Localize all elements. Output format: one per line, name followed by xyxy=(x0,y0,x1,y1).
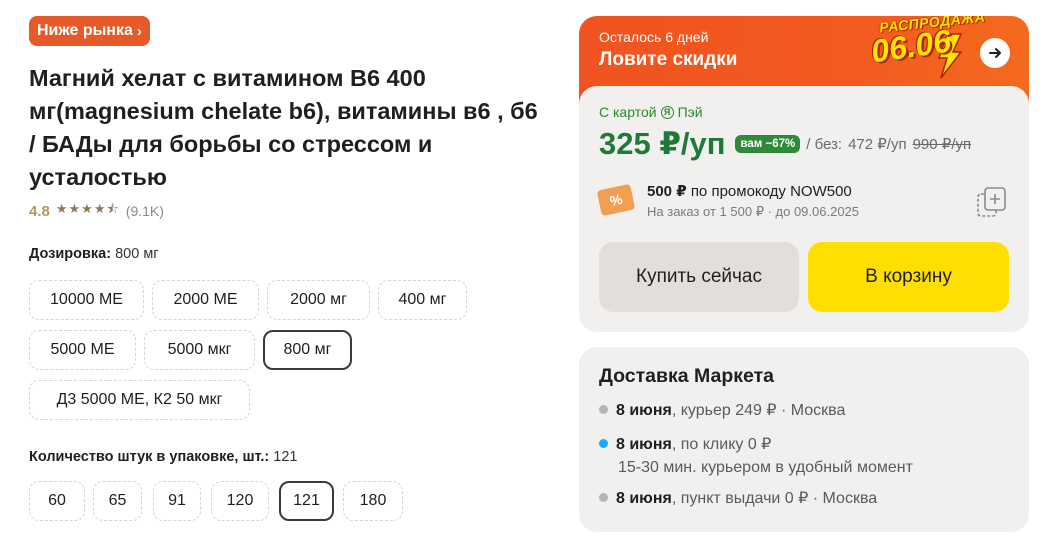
chevron-right-icon: › xyxy=(136,22,142,40)
dosage-option[interactable]: 2000 мг xyxy=(267,280,370,320)
card-price-label: С картой Я Пэй xyxy=(599,104,703,120)
old-price: 990 ₽/уп xyxy=(912,136,972,153)
rating-row[interactable]: 4.8 ★★★★⯪ (9.1K) xyxy=(29,200,164,222)
quantity-option-selected[interactable]: 121 xyxy=(279,481,334,521)
dosage-option[interactable]: 400 мг xyxy=(378,280,467,320)
status-dot-icon xyxy=(599,493,608,502)
copy-icon[interactable] xyxy=(977,186,1007,218)
dosage-label-row: Дозировка: 800 мг xyxy=(29,246,159,262)
discount-badge: вам −67% xyxy=(735,135,801,153)
promocode-title: 500 ₽ по промокоду NOW500 xyxy=(647,182,852,200)
sale-days-left: Осталось 6 дней xyxy=(599,29,709,45)
rating-stars-icon: ★★★★⯪ xyxy=(55,201,120,216)
card-label: С картой xyxy=(599,104,657,120)
card-brand: Пэй xyxy=(677,104,703,120)
delivery-option-courier[interactable]: 8 июня, курьер 249 ₽ · Москва xyxy=(599,400,845,420)
delivery-subtext: 15-30 мин. курьером в удобный момент xyxy=(618,459,913,476)
below-market-badge[interactable]: Ниже рынка › xyxy=(29,16,150,46)
quantity-option[interactable]: 91 xyxy=(153,481,201,521)
arrow-right-icon xyxy=(989,48,1001,58)
status-dot-icon xyxy=(599,439,608,448)
product-title: Магний хелат с витамином B6 400 мг(magne… xyxy=(29,65,538,190)
rating-score: 4.8 xyxy=(29,202,50,220)
promocode-text: по промокоду NOW500 xyxy=(690,183,852,200)
promocode-row: % 500 ₽ по промокоду NOW500 На заказ от … xyxy=(596,182,1009,222)
sale-arrow-button[interactable] xyxy=(980,38,1010,68)
dosage-label: Дозировка: xyxy=(29,246,112,262)
promocode-amount: 500 ₽ xyxy=(647,183,687,200)
delivery-date: 8 июня xyxy=(616,490,672,507)
delivery-title: Доставка Маркета xyxy=(599,365,775,387)
delivery-option-on-click[interactable]: 8 июня, по клику 0 ₽ xyxy=(599,434,771,454)
dosage-option[interactable]: 2000 МЕ xyxy=(152,280,259,320)
quantity-label: Количество штук в упаковке, шт.: xyxy=(29,449,270,465)
below-market-label: Ниже рынка xyxy=(37,22,133,39)
promocode-conditions: На заказ от 1 500 ₽ · до 09.06.2025 xyxy=(647,204,860,219)
quantity-label-row: Количество штук в упаковке, шт.: 121 xyxy=(29,449,297,465)
delivery-details: , по клику 0 ₽ xyxy=(671,436,772,453)
percent-ticket-icon: % xyxy=(596,183,636,217)
price-row: 325 ₽/уп вам −67% / без: 472 ₽/уп 990 ₽/… xyxy=(599,126,971,162)
delivery-date: 8 июня xyxy=(616,436,672,453)
dosage-option[interactable]: 5000 МЕ xyxy=(29,330,136,370)
dosage-option-selected[interactable]: 800 мг xyxy=(263,330,352,370)
quantity-option[interactable]: 65 xyxy=(93,481,142,521)
price-card: Осталось 6 дней Ловите скидки РАСПРОДАЖА… xyxy=(579,16,1029,332)
quantity-option[interactable]: 120 xyxy=(211,481,269,521)
delivery-details: , курьер 249 ₽ · Москва xyxy=(671,402,846,419)
buy-now-button[interactable]: Купить сейчас xyxy=(599,242,799,312)
price-without-card: 472 ₽/уп xyxy=(848,136,907,153)
dosage-value: 800 мг xyxy=(115,246,159,262)
reviews-count: (9.1K) xyxy=(125,203,164,219)
price-without-card-prefix: / без: xyxy=(806,135,843,153)
add-to-cart-button[interactable]: В корзину xyxy=(808,242,1009,312)
delivery-card: Доставка Маркета 8 июня, курьер 249 ₽ · … xyxy=(579,347,1029,532)
dosage-option[interactable]: 10000 МЕ xyxy=(29,280,144,320)
quantity-value: 121 xyxy=(273,449,298,465)
sale-catch-phrase: Ловите скидки xyxy=(599,49,738,70)
status-dot-icon xyxy=(599,405,608,414)
pay-logo-icon: Я xyxy=(660,105,674,119)
quantity-option[interactable]: 60 xyxy=(29,481,85,521)
current-price: 325 ₽/уп xyxy=(599,126,726,161)
delivery-date: 8 июня xyxy=(616,402,672,419)
delivery-option-pickup[interactable]: 8 июня, пункт выдачи 0 ₽ · Москва xyxy=(599,488,877,508)
dosage-option[interactable]: Д3 5000 МЕ, К2 50 мкг xyxy=(29,380,250,420)
price-body: С картой Я Пэй 325 ₽/уп вам −67% / без: … xyxy=(579,86,1029,332)
quantity-option[interactable]: 180 xyxy=(343,481,403,521)
delivery-details: , пункт выдачи 0 ₽ · Москва xyxy=(671,490,878,507)
dosage-option[interactable]: 5000 мкг xyxy=(144,330,255,370)
